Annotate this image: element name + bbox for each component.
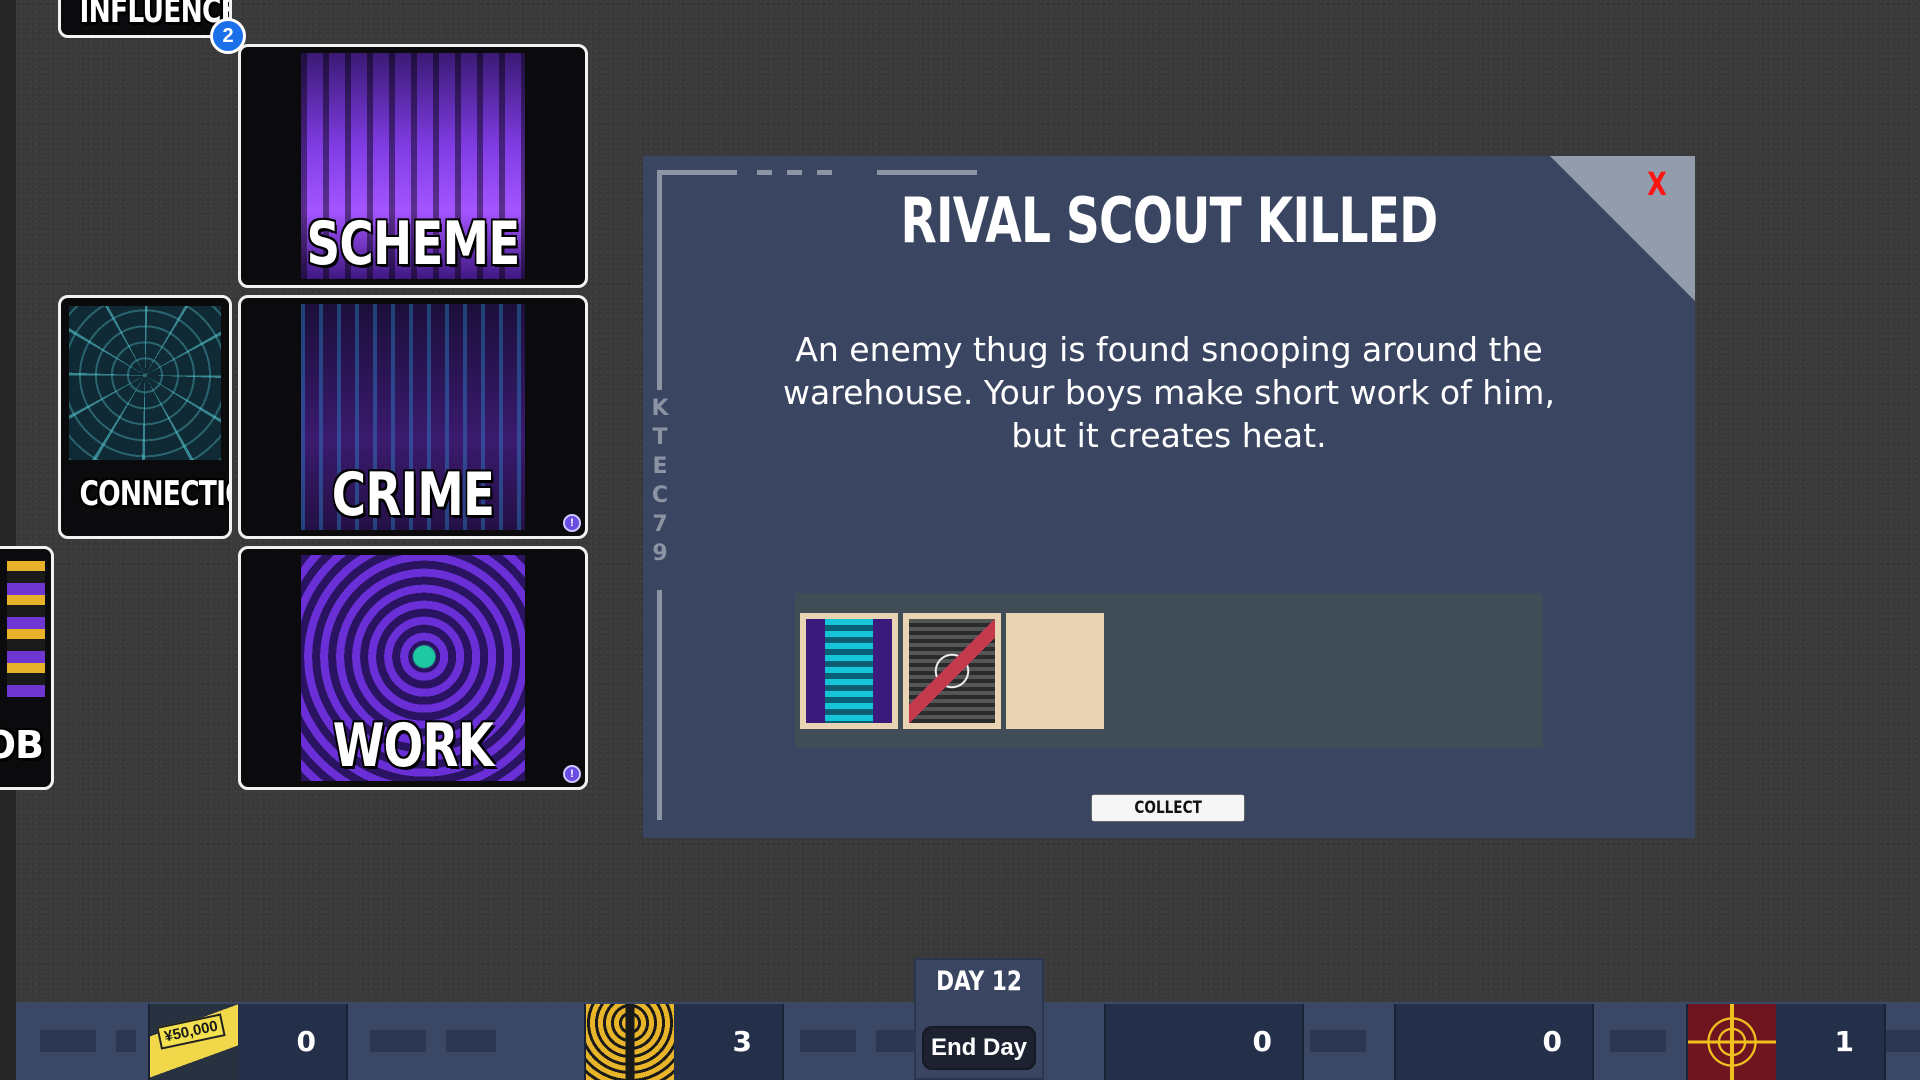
job-art-icon — [7, 561, 45, 697]
influence-card[interactable]: INFLUENCE — [58, 0, 232, 38]
work-alert-icon: ! — [563, 765, 581, 783]
spider-web-icon — [69, 306, 221, 460]
bar-decoration — [1606, 1030, 1666, 1052]
day-counter: DAY 12 — [936, 966, 1022, 997]
reward-tray — [795, 593, 1543, 748]
crime-alert-icon: ! — [563, 514, 581, 532]
scheme-card-title: SCHEME — [306, 209, 520, 279]
scheme-card[interactable]: SCHEME — [238, 44, 588, 288]
bar-decoration — [796, 1030, 916, 1052]
heat-alarm-icon — [1106, 1004, 1194, 1080]
radio-tower-icon — [586, 1004, 674, 1080]
influence-value: 3 — [732, 1025, 752, 1058]
alley-card-icon — [806, 619, 892, 723]
end-day-button[interactable]: End Day — [922, 1026, 1036, 1070]
crew-silhouette-icon — [1396, 1004, 1484, 1080]
close-icon[interactable]: X — [1641, 164, 1673, 204]
modal-title: RIVAL SCOUT KILLED — [900, 184, 1438, 257]
left-edge-strip — [0, 0, 16, 1080]
collect-button[interactable]: COLLECT — [1091, 794, 1245, 822]
modal-description: An enemy thug is found snooping around t… — [783, 330, 1555, 455]
crosshair-target-icon — [1688, 1004, 1776, 1080]
event-modal: KTEC79 X RIVAL SCOUT KILLED An enemy thu… — [643, 156, 1695, 838]
influence-card-title: INFLUENCE — [79, 0, 232, 31]
heat-value: 0 — [1252, 1025, 1272, 1058]
job-card-title: OB — [0, 723, 44, 767]
work-card-title: WORK — [332, 711, 494, 781]
influence-resource[interactable]: 3 — [584, 1004, 784, 1080]
target-value: 1 — [1834, 1025, 1854, 1058]
job-card[interactable]: OB — [0, 546, 54, 790]
connection-card[interactable]: CONNECTION — [58, 295, 232, 539]
no-target-card-icon — [909, 619, 995, 723]
heat-alarm-card-icon — [1012, 619, 1098, 723]
bar-decoration — [36, 1030, 136, 1052]
reward-card[interactable] — [903, 613, 1001, 729]
crew-value: 0 — [1542, 1025, 1562, 1058]
heat-resource[interactable]: 0 — [1104, 1004, 1304, 1080]
money-bill-label: ¥50,000 — [156, 1013, 226, 1050]
connection-card-title: CONNECTION — [79, 474, 229, 514]
work-card[interactable]: WORK ! — [238, 546, 588, 790]
collect-button-label: COLLECT — [1134, 798, 1202, 818]
reward-card[interactable] — [800, 613, 898, 729]
money-bill-icon: ¥50,000 — [150, 1004, 238, 1080]
modal-corner-decoration — [1550, 156, 1695, 301]
reward-card[interactable] — [1006, 613, 1104, 729]
modal-code-label: KTEC79 — [651, 396, 669, 566]
bar-decoration — [366, 1030, 566, 1052]
target-resource[interactable]: 1 — [1686, 1004, 1886, 1080]
crime-card[interactable]: CRIME ! — [238, 295, 588, 539]
crime-card-title: CRIME — [331, 460, 495, 530]
crew-resource[interactable]: 0 — [1394, 1004, 1594, 1080]
modal-frame-horizontal — [657, 170, 977, 175]
bar-decoration — [1306, 1030, 1386, 1052]
money-value: 0 — [296, 1025, 316, 1058]
money-resource[interactable]: ¥50,000 0 — [148, 1004, 348, 1080]
day-panel: DAY 12 End Day — [914, 958, 1044, 1080]
